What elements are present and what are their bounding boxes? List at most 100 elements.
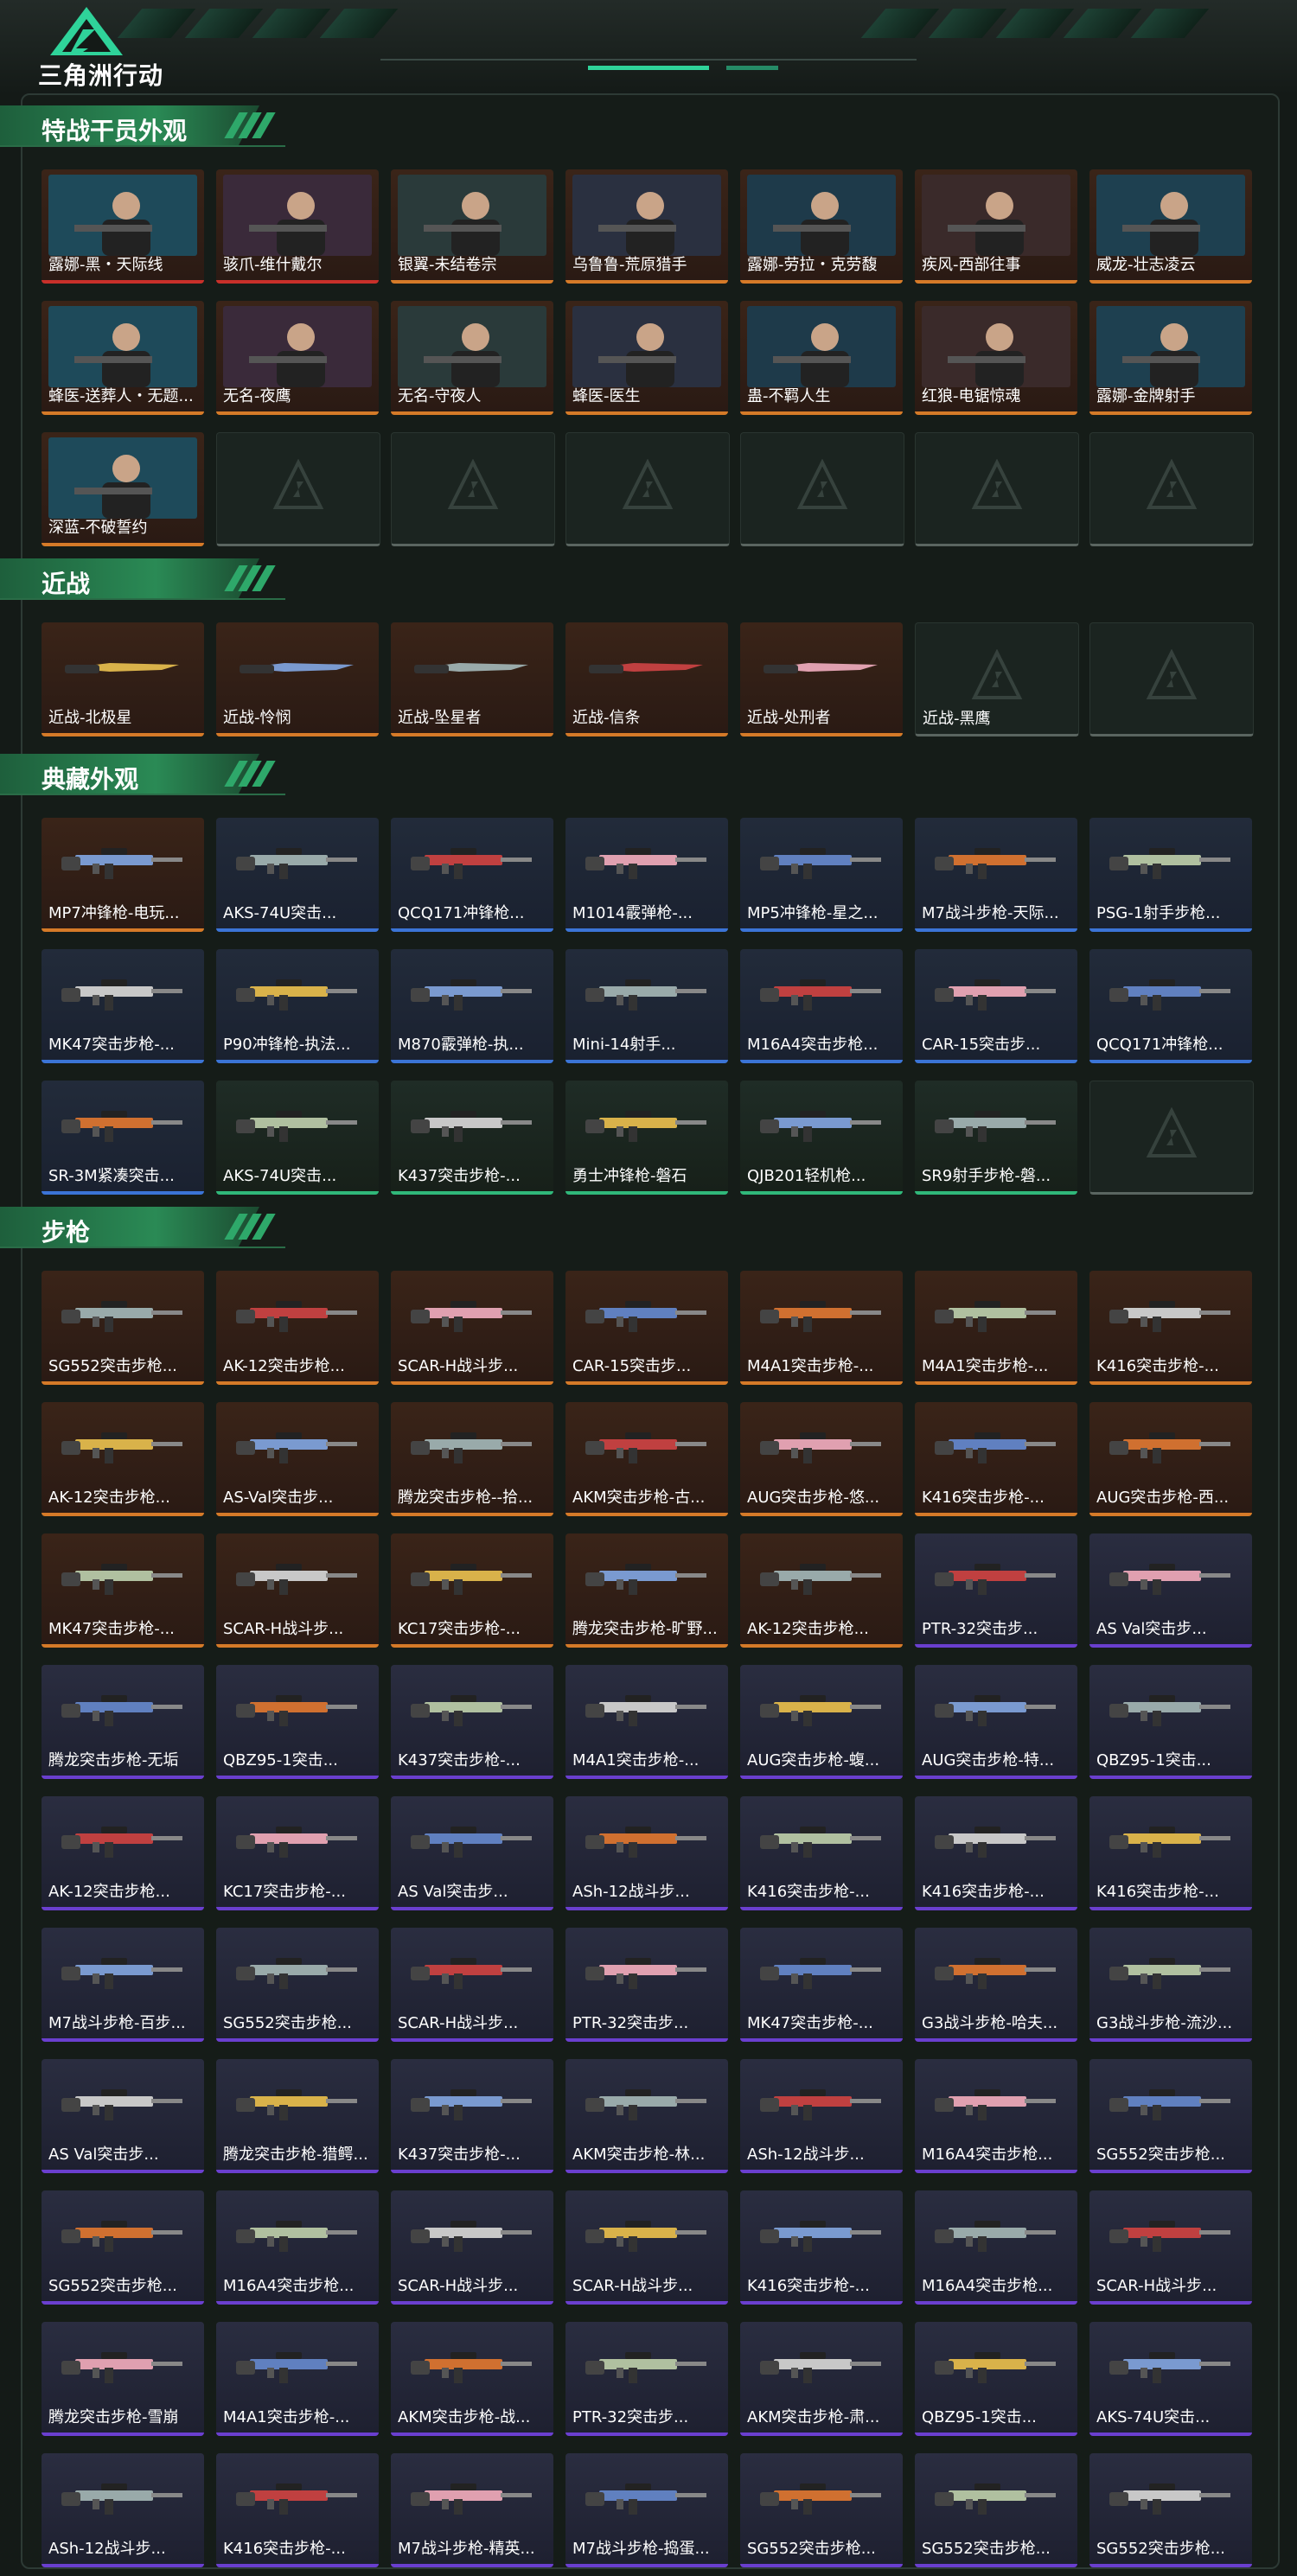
skin-card[interactable]: 蛊-不羁人生 xyxy=(740,301,903,415)
skin-card[interactable]: AK-12突击步枪... xyxy=(740,1533,903,1648)
skin-card[interactable]: G3战斗步枪-流沙... xyxy=(1089,1928,1252,2042)
skin-card[interactable]: AS Val突击步... xyxy=(391,1796,553,1910)
skin-card[interactable]: 无名-夜鹰 xyxy=(216,301,379,415)
skin-card[interactable]: 腾龙突击步枪-旷野... xyxy=(565,1533,728,1648)
skin-card[interactable]: AKM突击步枪-林... xyxy=(565,2059,728,2173)
skin-card[interactable]: K437突击步枪-... xyxy=(391,1665,553,1779)
skin-card[interactable]: QCQ171冲锋枪... xyxy=(1089,949,1252,1063)
skin-card[interactable]: M16A4突击步枪... xyxy=(915,2059,1077,2173)
skin-card[interactable]: PTR-32突击步... xyxy=(915,1533,1077,1648)
skin-card[interactable]: 银翼-未结卷宗 xyxy=(391,169,553,284)
skin-card[interactable]: SCAR-H战斗步... xyxy=(391,1271,553,1385)
skin-card[interactable]: P90冲锋枪-执法... xyxy=(216,949,379,1063)
skin-card[interactable]: QJB201轻机枪... xyxy=(740,1081,903,1195)
skin-card[interactable]: AK-12突击步枪... xyxy=(42,1402,204,1516)
skin-card[interactable]: AK-12突击步枪... xyxy=(216,1271,379,1385)
skin-card[interactable]: 近战-处刑者 xyxy=(740,622,903,736)
skin-card[interactable]: PSG-1射手步枪... xyxy=(1089,818,1252,932)
skin-card[interactable]: QCQ171冲锋枪... xyxy=(391,818,553,932)
skin-card[interactable]: G3战斗步枪-哈夫... xyxy=(915,1928,1077,2042)
skin-card[interactable]: M870霰弹枪-执... xyxy=(391,949,553,1063)
skin-card[interactable]: 腾龙突击步枪-猎鳄... xyxy=(216,2059,379,2173)
skin-card[interactable]: K437突击步枪-... xyxy=(391,2059,553,2173)
skin-card[interactable]: M16A4突击步枪... xyxy=(915,2190,1077,2305)
skin-card[interactable]: K416突击步枪-... xyxy=(915,1402,1077,1516)
skin-card[interactable]: 威龙-壮志凌云 xyxy=(1089,169,1252,284)
skin-card[interactable]: K437突击步枪-... xyxy=(391,1081,553,1195)
skin-card[interactable]: 近战-怜悯 xyxy=(216,622,379,736)
skin-card[interactable]: SCAR-H战斗步... xyxy=(391,2190,553,2305)
skin-card[interactable]: M7战斗步枪-百步... xyxy=(42,1928,204,2042)
skin-card[interactable]: 露娜-劳拉・克劳馥 xyxy=(740,169,903,284)
skin-card[interactable]: SR9射手步枪-磐... xyxy=(915,1081,1077,1195)
skin-card[interactable]: 露娜-金牌射手 xyxy=(1089,301,1252,415)
skin-card[interactable]: AK-12突击步枪... xyxy=(42,1796,204,1910)
skin-card[interactable]: 近战-信条 xyxy=(565,622,728,736)
skin-card[interactable]: M4A1突击步枪-... xyxy=(216,2322,379,2436)
skin-card[interactable]: QBZ95-1突击... xyxy=(216,1665,379,1779)
skin-card[interactable]: AKS-74U突击... xyxy=(1089,2322,1252,2436)
skin-card[interactable]: 蜂医-医生 xyxy=(565,301,728,415)
skin-card[interactable]: AUG突击步枪-蝮... xyxy=(740,1665,903,1779)
skin-card[interactable]: SCAR-H战斗步... xyxy=(391,1928,553,2042)
skin-card[interactable]: MP5冲锋枪-星之... xyxy=(740,818,903,932)
skin-card[interactable]: MK47突击步枪-... xyxy=(42,949,204,1063)
skin-card[interactable]: K416突击步枪-... xyxy=(1089,1271,1252,1385)
skin-card[interactable]: SCAR-H战斗步... xyxy=(216,1533,379,1648)
skin-card[interactable]: SG552突击步枪... xyxy=(1089,2453,1252,2567)
skin-card[interactable]: AKM突击步枪-战... xyxy=(391,2322,553,2436)
skin-card[interactable]: ASh-12战斗步... xyxy=(565,1796,728,1910)
skin-card[interactable]: AKS-74U突击... xyxy=(216,1081,379,1195)
skin-card[interactable]: SG552突击步枪... xyxy=(216,1928,379,2042)
skin-card[interactable]: SG552突击步枪... xyxy=(740,2453,903,2567)
skin-card[interactable]: SG552突击步枪... xyxy=(42,2190,204,2305)
skin-card[interactable]: PTR-32突击步... xyxy=(565,2322,728,2436)
skin-card[interactable]: 红狼-电锯惊魂 xyxy=(915,301,1077,415)
skin-card[interactable]: AKM突击步枪-古... xyxy=(565,1402,728,1516)
skin-card[interactable]: 近战-坠星者 xyxy=(391,622,553,736)
skin-card[interactable]: 无名-守夜人 xyxy=(391,301,553,415)
skin-card[interactable]: 近战-北极星 xyxy=(42,622,204,736)
skin-card[interactable]: K416突击步枪-... xyxy=(216,2453,379,2567)
skin-card[interactable]: 露娜-黑・天际线 xyxy=(42,169,204,284)
skin-card[interactable]: M4A1突击步枪-... xyxy=(915,1271,1077,1385)
skin-card[interactable]: SCAR-H战斗步... xyxy=(1089,2190,1252,2305)
skin-card[interactable]: 骇爪-维什戴尔 xyxy=(216,169,379,284)
skin-card[interactable]: KC17突击步枪-... xyxy=(216,1796,379,1910)
skin-card[interactable]: K416突击步枪-... xyxy=(915,1796,1077,1910)
skin-card[interactable]: QBZ95-1突击... xyxy=(915,2322,1077,2436)
skin-card[interactable]: M16A4突击步枪... xyxy=(740,949,903,1063)
skin-card[interactable]: QBZ95-1突击... xyxy=(1089,1665,1252,1779)
skin-card[interactable]: M7战斗步枪-捣蛋... xyxy=(565,2453,728,2567)
skin-card[interactable]: K416突击步枪-... xyxy=(740,2190,903,2305)
skin-card[interactable]: M16A4突击步枪... xyxy=(216,2190,379,2305)
skin-card[interactable]: SG552突击步枪... xyxy=(42,1271,204,1385)
skin-card[interactable]: Mini-14射手... xyxy=(565,949,728,1063)
skin-card[interactable]: CAR-15突击步... xyxy=(915,949,1077,1063)
skin-card[interactable]: CAR-15突击步... xyxy=(565,1271,728,1385)
skin-card[interactable]: KC17突击步枪-... xyxy=(391,1533,553,1648)
skin-card[interactable]: AUG突击步枪-悠... xyxy=(740,1402,903,1516)
skin-card[interactable]: SG552突击步枪... xyxy=(1089,2059,1252,2173)
skin-card[interactable]: K416突击步枪-... xyxy=(740,1796,903,1910)
skin-card[interactable]: 腾龙突击步枪--拾... xyxy=(391,1402,553,1516)
skin-card[interactable]: M1014霰弹枪-... xyxy=(565,818,728,932)
skin-card[interactable]: AS Val突击步... xyxy=(42,2059,204,2173)
skin-card[interactable]: PTR-32突击步... xyxy=(565,1928,728,2042)
skin-card[interactable]: AUG突击步枪-特... xyxy=(915,1665,1077,1779)
skin-card[interactable]: 疾风-西部往事 xyxy=(915,169,1077,284)
skin-card[interactable]: ASh-12战斗步... xyxy=(740,2059,903,2173)
skin-card[interactable]: M4A1突击步枪-... xyxy=(565,1665,728,1779)
skin-card[interactable]: 乌鲁鲁-荒原猎手 xyxy=(565,169,728,284)
skin-card[interactable]: 腾龙突击步枪-雪崩 xyxy=(42,2322,204,2436)
skin-card[interactable]: 蜂医-送葬人・无题... xyxy=(42,301,204,415)
skin-card[interactable]: ASh-12战斗步... xyxy=(42,2453,204,2567)
skin-card[interactable]: SG552突击步枪... xyxy=(915,2453,1077,2567)
skin-card[interactable]: AKM突击步枪-肃... xyxy=(740,2322,903,2436)
skin-card[interactable]: AUG突击步枪-西... xyxy=(1089,1402,1252,1516)
skin-card[interactable]: MP7冲锋枪-电玩... xyxy=(42,818,204,932)
skin-card[interactable]: SR-3M紧凑突击... xyxy=(42,1081,204,1195)
skin-card[interactable]: MK47突击步枪-... xyxy=(42,1533,204,1648)
skin-card[interactable]: AS-Val突击步... xyxy=(216,1402,379,1516)
skin-card[interactable]: 深蓝-不破誓约 xyxy=(42,432,204,546)
